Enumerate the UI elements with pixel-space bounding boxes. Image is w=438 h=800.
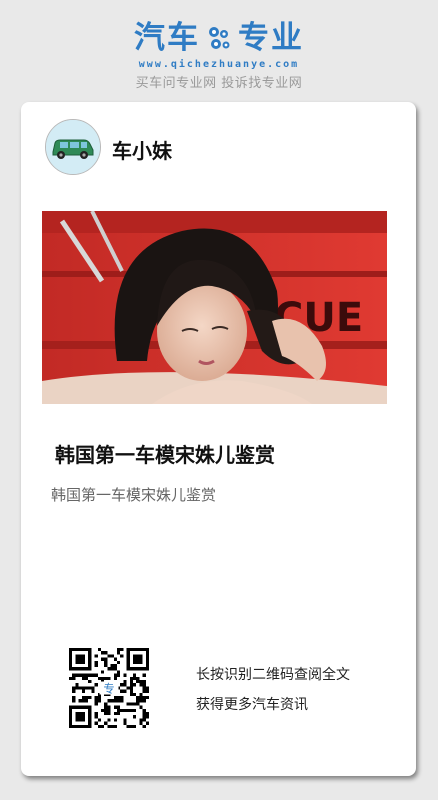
- article-title[interactable]: 韩国第一车模宋姝儿鉴赏: [55, 439, 275, 468]
- scan-hint: 长按识别二维码查阅全文: [196, 667, 350, 683]
- author-name: 车小妹: [112, 139, 172, 163]
- site-domain: www.qichezhuanye.com: [138, 59, 300, 70]
- more-info-hint: 获得更多汽车资讯: [196, 697, 308, 713]
- photo-image: CUE: [42, 211, 387, 404]
- site-slogan: 买车问专业网 投诉找专业网: [135, 76, 303, 91]
- article-card[interactable]: 车小妹 CUE 韩国第一车模宋姝儿鉴赏 韩国第一车模宋姝儿鉴赏 专 长按识别二维…: [21, 102, 416, 776]
- cover-image: CUE: [42, 211, 387, 404]
- qr-code-icon: 专: [69, 648, 149, 728]
- logo-text-left: 汽车: [134, 20, 200, 56]
- gear-icon: [209, 27, 230, 49]
- article-summary: 韩国第一车模宋姝儿鉴赏: [51, 486, 217, 504]
- avatar: [45, 119, 101, 175]
- brand-header: 汽车 专业 www.qichezhuanye.com 买车问专业网 投诉找专业网: [0, 0, 438, 100]
- logo-text-right: 专业: [238, 20, 304, 56]
- qr-center-logo: 专: [103, 681, 114, 695]
- green-car-icon: [46, 120, 100, 174]
- logo: 汽车 专业: [0, 18, 438, 58]
